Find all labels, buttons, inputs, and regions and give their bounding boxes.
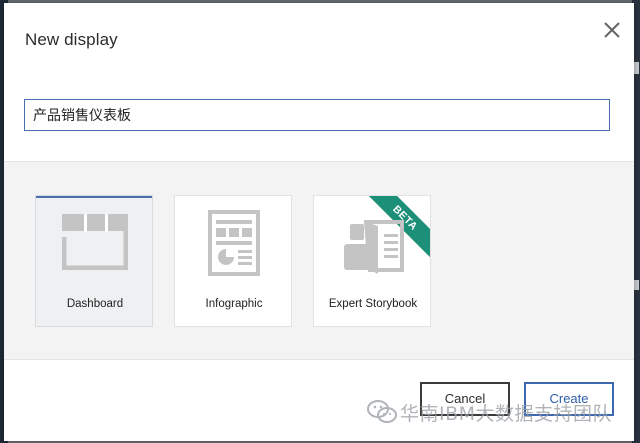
close-icon xyxy=(604,22,620,38)
infographic-icon xyxy=(175,210,291,276)
create-button[interactable]: Create xyxy=(524,382,614,416)
display-type-options: Dashboard Infographic BETA Expert Storyb… xyxy=(4,161,634,360)
dialog-header: New display xyxy=(4,3,634,161)
close-button[interactable] xyxy=(600,18,624,42)
expert-storybook-card-label: Expert Storybook xyxy=(328,298,418,310)
dashboard-card-label: Dashboard xyxy=(66,298,124,310)
new-display-dialog: New display Dashboard xyxy=(4,3,634,441)
infographic-card[interactable]: Infographic xyxy=(174,195,292,327)
display-name-input[interactable] xyxy=(24,99,610,131)
infographic-card-label: Infographic xyxy=(205,298,263,310)
cancel-button[interactable]: Cancel xyxy=(420,382,510,416)
dashboard-card[interactable]: Dashboard xyxy=(35,195,153,327)
expert-storybook-card[interactable]: BETA Expert Storybook xyxy=(313,195,431,327)
dashboard-icon xyxy=(36,214,152,278)
dialog-title: New display xyxy=(25,30,118,49)
storybook-icon xyxy=(314,218,430,282)
